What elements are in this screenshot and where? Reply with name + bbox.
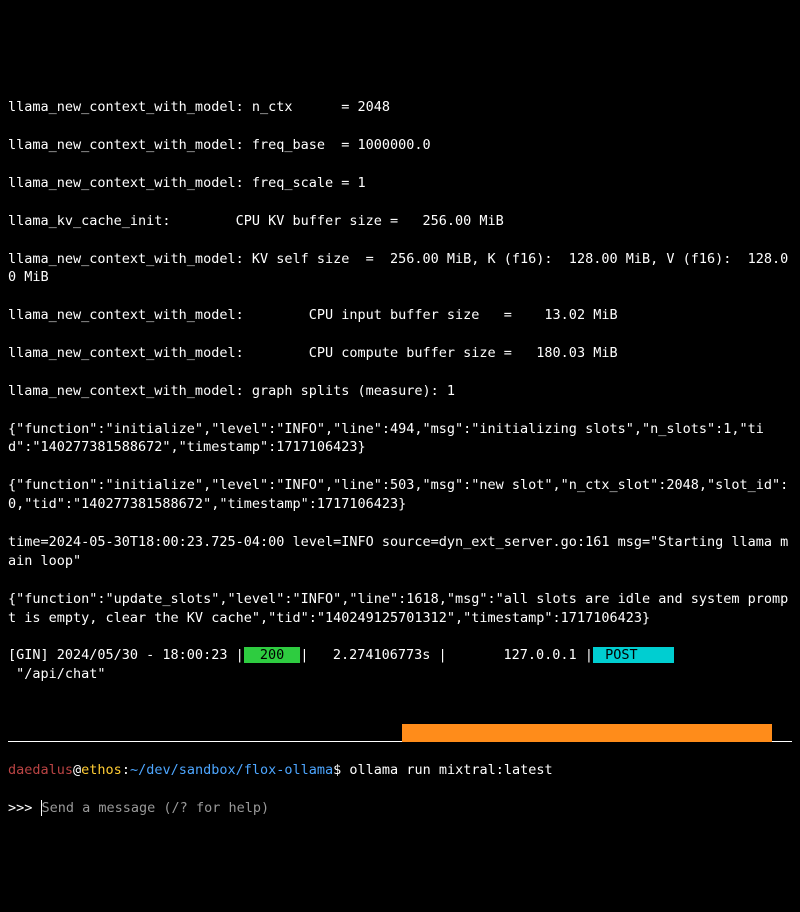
progress-bar <box>402 724 772 742</box>
gin-log-line: [GIN] 2024/05/30 - 18:00:23 | 200 | 2.27… <box>8 646 792 684</box>
prompt-colon: : <box>122 762 130 778</box>
log-line: {"function":"update_slots","level":"INFO… <box>8 590 792 628</box>
prompt-user: daedalus <box>8 762 73 778</box>
log-line: llama_new_context_with_model: freq_scale… <box>8 174 792 193</box>
log-line: time=2024-05-30T18:00:23.725-04:00 level… <box>8 533 792 571</box>
log-line: llama_new_context_with_model: graph spli… <box>8 382 792 401</box>
log-line: llama_new_context_with_model: freq_base … <box>8 136 792 155</box>
gin-mid: | 2.274106773s | 127.0.0.1 | <box>300 647 593 663</box>
gin-prefix: [GIN] 2024/05/30 - 18:00:23 | <box>8 647 244 663</box>
log-line: llama_kv_cache_init: CPU KV buffer size … <box>8 212 792 231</box>
log-line: llama_new_context_with_model: n_ctx = 20… <box>8 98 792 117</box>
command-text: ollama run mixtral:latest <box>349 762 552 778</box>
separator-line <box>8 724 792 742</box>
repl-prompt: >>> <box>8 800 41 816</box>
log-line: llama_new_context_with_model: CPU comput… <box>8 344 792 363</box>
prompt-end: $ <box>333 762 349 778</box>
gin-path: "/api/chat" <box>8 666 106 682</box>
prompt-host: ethos <box>81 762 122 778</box>
log-line: {"function":"initialize","level":"INFO",… <box>8 476 792 514</box>
gin-method-post: POST <box>593 647 674 663</box>
terminal-output: llama_new_context_with_model: n_ctx = 20… <box>8 80 792 703</box>
prompt-at: @ <box>73 762 81 778</box>
log-line: llama_new_context_with_model: CPU input … <box>8 306 792 325</box>
shell-prompt-line: daedalus@ethos:~/dev/sandbox/flox-ollama… <box>8 761 792 780</box>
gin-status-200: 200 <box>244 647 301 663</box>
repl-placeholder: Send a message (/? for help) <box>42 800 270 816</box>
repl-input-line[interactable]: >>> Send a message (/? for help) <box>8 799 792 818</box>
log-line: {"function":"initialize","level":"INFO",… <box>8 420 792 458</box>
prompt-path: ~/dev/sandbox/flox-ollama <box>130 762 333 778</box>
log-line: llama_new_context_with_model: KV self si… <box>8 250 792 288</box>
